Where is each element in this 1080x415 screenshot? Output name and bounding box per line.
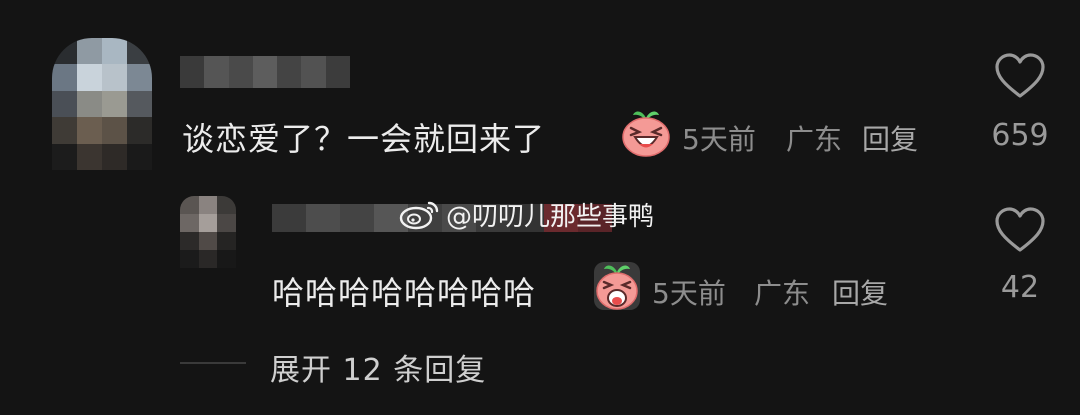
weibo-logo-icon xyxy=(398,197,442,231)
comment-reply-button[interactable]: 回复 xyxy=(862,118,918,158)
avatar[interactable] xyxy=(52,38,152,170)
comment-location: 广东 xyxy=(786,123,843,156)
avatar[interactable] xyxy=(180,196,236,268)
comment-text: 谈恋爱了？一会就回来了 xyxy=(182,120,546,158)
like-count: 659 xyxy=(991,118,1049,153)
screaming-laugh-sprout-face-icon xyxy=(592,260,642,312)
comment-time: 5天前 xyxy=(682,123,756,156)
like-heart-icon[interactable] xyxy=(994,206,1046,254)
like-heart-icon[interactable] xyxy=(994,52,1046,100)
laughing-sprout-face-icon xyxy=(620,106,672,158)
reply-reply-button[interactable]: 回复 xyxy=(832,272,888,312)
like-count: 42 xyxy=(1000,270,1040,305)
expand-replies-button[interactable]: 展开 12 条回复 xyxy=(270,345,486,389)
reply-location: 广东 xyxy=(754,277,811,310)
expand-divider xyxy=(180,362,246,364)
watermark-text: @叨叨儿那些事鸭 xyxy=(446,202,655,232)
reply-text: 哈哈哈哈哈哈哈哈 xyxy=(272,274,537,312)
username-blurred[interactable] xyxy=(180,56,350,88)
reply-time: 5天前 xyxy=(652,277,726,310)
